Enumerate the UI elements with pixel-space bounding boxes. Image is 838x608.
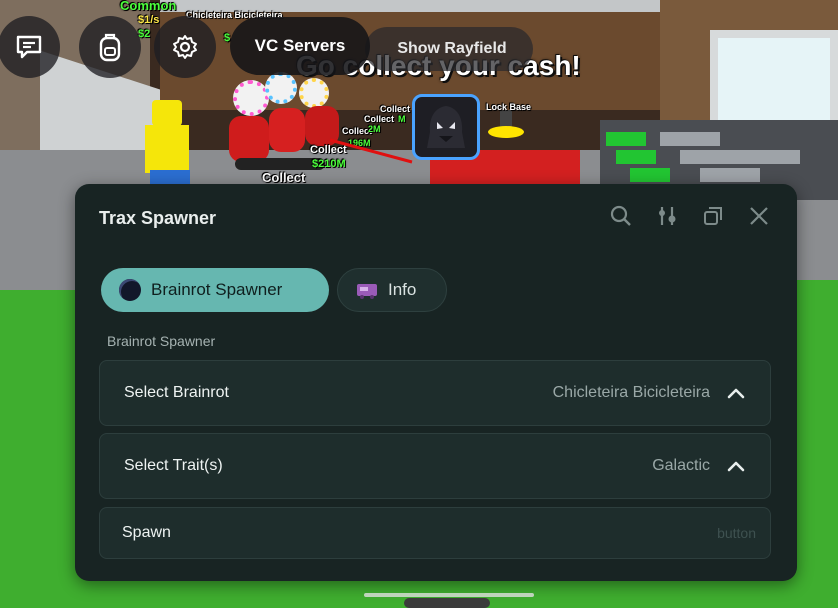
spawn-button[interactable]: Spawn button <box>99 507 771 559</box>
trax-spawner-window: Trax Spawner Brainrot Spawner Info Brain… <box>75 184 797 581</box>
spawn-label: Spawn <box>122 524 171 541</box>
select-traits-dropdown[interactable]: Select Trait(s) Galactic <box>99 433 771 499</box>
chevron-up-icon[interactable] <box>726 456 746 476</box>
home-indicator <box>364 593 534 597</box>
close-icon <box>750 207 768 225</box>
search-button[interactable] <box>609 204 633 228</box>
chevron-up-icon[interactable] <box>726 383 746 403</box>
element-type-hint: button <box>717 525 756 541</box>
tab-label: Info <box>388 280 417 299</box>
tab-brainrot-spawner[interactable]: Brainrot Spawner <box>101 268 329 312</box>
select-brainrot-dropdown[interactable]: Select Brainrot Chicleteira Bicicleteira <box>99 360 771 426</box>
minimize-icon <box>704 207 722 225</box>
tab-info[interactable]: Info <box>337 268 447 312</box>
bottom-handle <box>404 598 490 608</box>
dropdown-label: Select Trait(s) <box>124 457 223 474</box>
info-tab-icon <box>357 284 377 299</box>
dropdown-value: Galactic <box>652 457 710 474</box>
dropdown-value: Chicleteira Bicicleteira <box>552 384 710 401</box>
tab-label: Brainrot Spawner <box>151 280 283 299</box>
annotation-arrow <box>329 138 413 164</box>
search-icon <box>610 205 631 226</box>
close-button[interactable] <box>747 204 771 228</box>
minimize-button[interactable] <box>701 204 725 228</box>
dropdown-label: Select Brainrot <box>124 384 229 401</box>
section-label: Brainrot Spawner <box>107 333 216 349</box>
window-controls <box>609 204 771 228</box>
sliders-icon <box>659 207 676 225</box>
brainrot-icon <box>119 279 141 301</box>
settings-sliders-button[interactable] <box>655 204 679 228</box>
window-title: Trax Spawner <box>99 208 217 228</box>
